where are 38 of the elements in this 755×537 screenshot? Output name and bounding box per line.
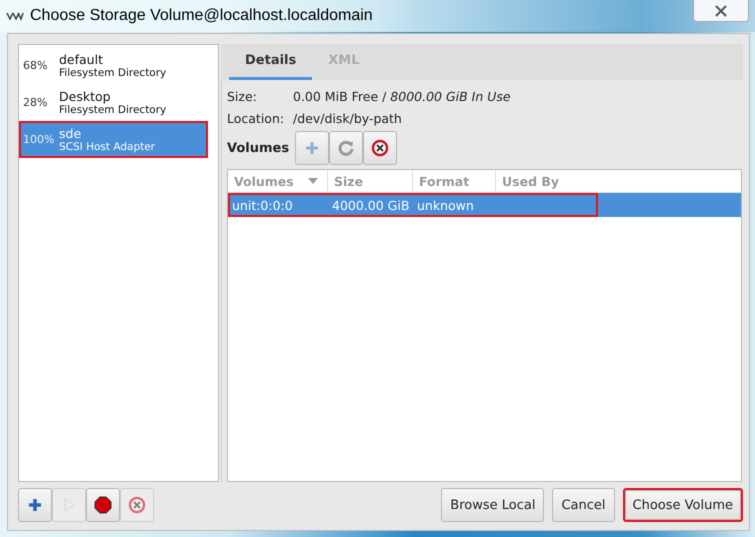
delete-button[interactable] bbox=[363, 131, 398, 165]
table-cell-text: 4000.00 GiB bbox=[331, 198, 410, 212]
delete-icon bbox=[371, 139, 390, 157]
close-icon bbox=[714, 4, 728, 18]
stop-button[interactable] bbox=[86, 488, 120, 522]
delete-icon bbox=[128, 496, 146, 514]
table-cell-text: unknown bbox=[416, 198, 475, 212]
section-label: Volumes bbox=[227, 140, 290, 156]
field-value: 0.00 MiB Free / 8000.00 GiB In Use bbox=[293, 88, 511, 104]
add-button[interactable] bbox=[18, 488, 52, 522]
column-header[interactable]: Size bbox=[328, 170, 413, 192]
close-button[interactable] bbox=[693, 0, 749, 22]
pool-name: Desktop bbox=[59, 89, 112, 104]
app-icon bbox=[6, 11, 24, 21]
pool-type: SCSI Host Adapter bbox=[59, 141, 155, 153]
usage-percent: 68% bbox=[23, 59, 48, 72]
column-header[interactable]: Used By bbox=[496, 170, 741, 192]
pool-type: Filesystem Directory bbox=[59, 67, 166, 79]
field-label: Location: bbox=[227, 110, 286, 126]
stop-icon bbox=[94, 496, 112, 514]
window-title: Choose Storage Volume@localhost.localdomain bbox=[30, 7, 374, 25]
pool-type: Filesystem Directory bbox=[59, 104, 166, 116]
usage-percent: 28% bbox=[23, 96, 48, 109]
refresh-icon bbox=[337, 139, 356, 157]
table-row[interactable]: unit:0:0:0 4000.00 GiB unknown bbox=[228, 193, 741, 217]
plus-icon bbox=[304, 140, 320, 156]
column-header[interactable]: Format bbox=[413, 170, 496, 192]
plus-icon bbox=[27, 497, 43, 513]
field-value: /dev/disk/by-path bbox=[293, 110, 402, 126]
table-cell-text: unit:0:0:0 bbox=[231, 198, 294, 212]
usage-percent: 100% bbox=[23, 133, 56, 146]
dialog-button[interactable]: Cancel bbox=[552, 488, 615, 522]
dialog-button[interactable]: Choose Volume bbox=[622, 488, 743, 522]
pool-name: default bbox=[59, 52, 104, 67]
pool-name: sde bbox=[59, 126, 82, 141]
dialog-button[interactable]: Browse Local bbox=[441, 488, 544, 522]
field-label: Size: bbox=[227, 88, 258, 104]
column-header[interactable]: Volumes bbox=[228, 170, 328, 192]
